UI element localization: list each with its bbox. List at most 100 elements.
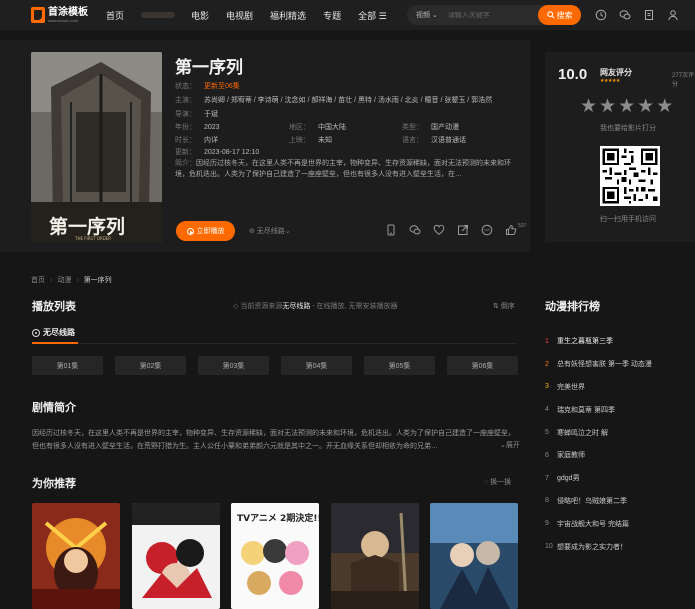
meta-language-value: 汉语普通话 [431, 137, 466, 144]
nav-item-welfare[interactable]: 福利精选 [270, 9, 306, 22]
ranking-item[interactable]: 4 瑞克和莫蒂 第四季 [545, 398, 695, 421]
episode-button[interactable]: 第02集 [115, 356, 186, 375]
breadcrumb-category[interactable]: 动漫 [57, 277, 71, 284]
site-logo[interactable]: 首涂模板 www.shoutu.com [31, 7, 88, 23]
refresh-button[interactable]: ◌ 换一换 [484, 477, 511, 487]
episode-list: 第01集 第02集 第03集 第04集 第05集 第06集 [32, 356, 518, 375]
nav-item-all[interactable]: 全部 ☰ [358, 9, 387, 22]
poster-image[interactable]: 第一序列 THE FIRST ORDER [31, 52, 162, 242]
meta-cast: 主演： 苏尚卿 / 郑宥蒂 / 李诗萌 / 沈念如 / 郝祥海 / 苗壮 / 黑特… [175, 95, 492, 105]
ranking-item[interactable]: 1 重生之暮瓶第三季 [545, 330, 695, 353]
rank-name: gdgd男 [557, 475, 580, 483]
play-now-label: 立即播放 [196, 228, 225, 235]
recommend-card[interactable] [32, 503, 120, 609]
logo-title: 首涂模板 [48, 6, 88, 18]
meta-director-value[interactable]: 于斌 [204, 111, 218, 118]
short-intro: 简介：因经历过核冬天，在这里人类不再是世界的主宰，物种变异、生存资源稀缺，面对无… [175, 158, 520, 180]
play-now-button[interactable]: 立即播放 [176, 221, 235, 241]
search-bar: 视频 ⌄ 搜索 [407, 5, 581, 25]
meta-region: 地区： 中国大陆 [289, 122, 346, 132]
heart-icon[interactable] [433, 224, 445, 236]
logo-subtitle: www.shoutu.com [48, 17, 79, 23]
phone-icon[interactable] [385, 224, 397, 236]
ranking-item[interactable]: 8 侵略吧！乌贼娘第二季 [545, 490, 695, 513]
expand-button[interactable]: ⌄展开 [496, 440, 520, 450]
search-category-select[interactable]: 视频 ⌄ [416, 10, 438, 20]
ranking-item[interactable]: 2 总有妖怪想害朕 第一季 动态漫 [545, 353, 695, 376]
rank-name: 总有妖怪想害朕 第一季 动态漫 [557, 361, 652, 369]
nav-item-blurred[interactable] [141, 12, 176, 18]
episode-button[interactable]: 第01集 [32, 356, 103, 375]
meta-cast-label: 主演： [175, 97, 196, 104]
ranking-item[interactable]: 10 想要成为影之实力者！ [545, 535, 695, 558]
source-tip-prefix: ◇ 当前资源来源 [233, 303, 283, 310]
breadcrumb-separator: › [76, 277, 79, 284]
ranking-item[interactable]: 5 寒蝉鸣泣之时 解 [545, 421, 695, 444]
nav-item-tv[interactable]: 电视剧 [226, 9, 253, 22]
meta-director: 导演： 于斌 [175, 109, 218, 119]
rank-name: 侵略吧！乌贼娘第二季 [557, 497, 627, 505]
nav-item-movie[interactable]: 电影 [191, 9, 209, 22]
meta-region-label: 地区： [289, 124, 310, 131]
ranking-title: 动漫排行榜 [545, 301, 600, 313]
meta-cast-value[interactable]: 苏尚卿 / 郑宥蒂 / 李诗萌 / 沈念如 / 郝祥海 / 苗壮 / 黑特 / … [204, 97, 492, 104]
recommend-card[interactable] [330, 503, 419, 609]
chat-bubble-icon[interactable] [481, 224, 493, 236]
recommend-card[interactable] [430, 503, 518, 609]
rank-name: 瑞克和莫蒂 第四季 [557, 406, 615, 414]
star-icon[interactable]: ★ [637, 97, 654, 116]
meta-language-label: 语言： [402, 137, 423, 144]
route-tab-underline [32, 342, 78, 344]
rank-number: 1 [545, 337, 549, 345]
bookmark-icon[interactable] [643, 9, 655, 21]
qr-tip: 扫一扫用手机访问 [600, 216, 656, 223]
ranking-item[interactable]: 9 宇宙战舰大和号 完结篇 [545, 512, 695, 535]
ranking-item[interactable]: 7 gdgd男 [545, 467, 695, 490]
sort-button[interactable]: ⇅ 倒序 [493, 301, 515, 311]
search-input[interactable] [447, 11, 528, 19]
ranking-list: 1 重生之暮瓶第三季 2 总有妖怪想害朕 第一季 动态漫 3 完美世界 4 瑞克和莫蒂 … [545, 330, 695, 558]
route-select[interactable]: ⊘ 无尽线路⌄ [249, 226, 291, 236]
recommend-card[interactable]: TVアニメ 2期決定!!! [231, 503, 319, 609]
clock-icon[interactable] [595, 9, 607, 21]
route-tab[interactable]: 无尽线路 [32, 327, 75, 338]
rating-tip: 我也要给影片打分 [600, 125, 656, 132]
star-icon[interactable]: ★ [618, 97, 635, 116]
meta-year-label: 年份： [175, 124, 196, 131]
rating-stars[interactable]: ★ ★ ★ ★ ★ [580, 97, 675, 116]
rating-score: 10.0 [558, 66, 588, 83]
breadcrumb-home[interactable]: 首页 [31, 277, 45, 284]
thumbs-up-icon[interactable] [505, 224, 517, 236]
source-tip-suffix: - 在线播放, 无需安装播放器 [312, 303, 398, 310]
breadcrumb-separator: › [50, 277, 53, 284]
recommend-card[interactable] [131, 503, 220, 609]
route-tab-label: 无尽线路 [43, 328, 75, 337]
recommend-list: TVアニメ 2期決定!!! [32, 503, 518, 609]
header-icons [595, 9, 691, 21]
ranking-item[interactable]: 6 家庭教师 [545, 444, 695, 467]
episode-button[interactable]: 第05集 [364, 356, 435, 375]
episode-button[interactable]: 第06集 [447, 356, 518, 375]
star-icon[interactable]: ★ [656, 97, 673, 116]
chat-icon[interactable] [619, 9, 631, 21]
search-button[interactable]: 搜索 [538, 5, 581, 25]
like-count: 537 [518, 223, 527, 229]
rank-name: 完美世界 [557, 383, 585, 391]
breadcrumb-current: 第一序列 [83, 277, 112, 284]
star-icon[interactable]: ★ [599, 97, 616, 116]
ranking-item[interactable]: 3 完美世界 [545, 376, 695, 399]
meta-status: 状态： 更新至06集 [175, 81, 240, 91]
meta-updated-label: 更新： [175, 149, 196, 156]
rank-number: 4 [545, 406, 549, 414]
nav-item-topic[interactable]: 专题 [323, 9, 341, 22]
play-icon [186, 227, 194, 235]
star-icon[interactable]: ★ [580, 97, 597, 116]
episode-button[interactable]: 第04集 [281, 356, 352, 375]
episode-button[interactable]: 第03集 [198, 356, 269, 375]
user-icon[interactable] [667, 9, 679, 21]
meta-duration: 时长： 内详 [175, 135, 218, 145]
wechat-icon[interactable] [409, 224, 421, 236]
share-icon[interactable] [457, 224, 469, 236]
synopsis-text: 因经历过核冬天，在这里人类不再是世界的主宰，物种变异、生存资源稀缺，面对无法预测… [32, 430, 515, 450]
nav-item-home[interactable]: 首页 [106, 9, 124, 22]
